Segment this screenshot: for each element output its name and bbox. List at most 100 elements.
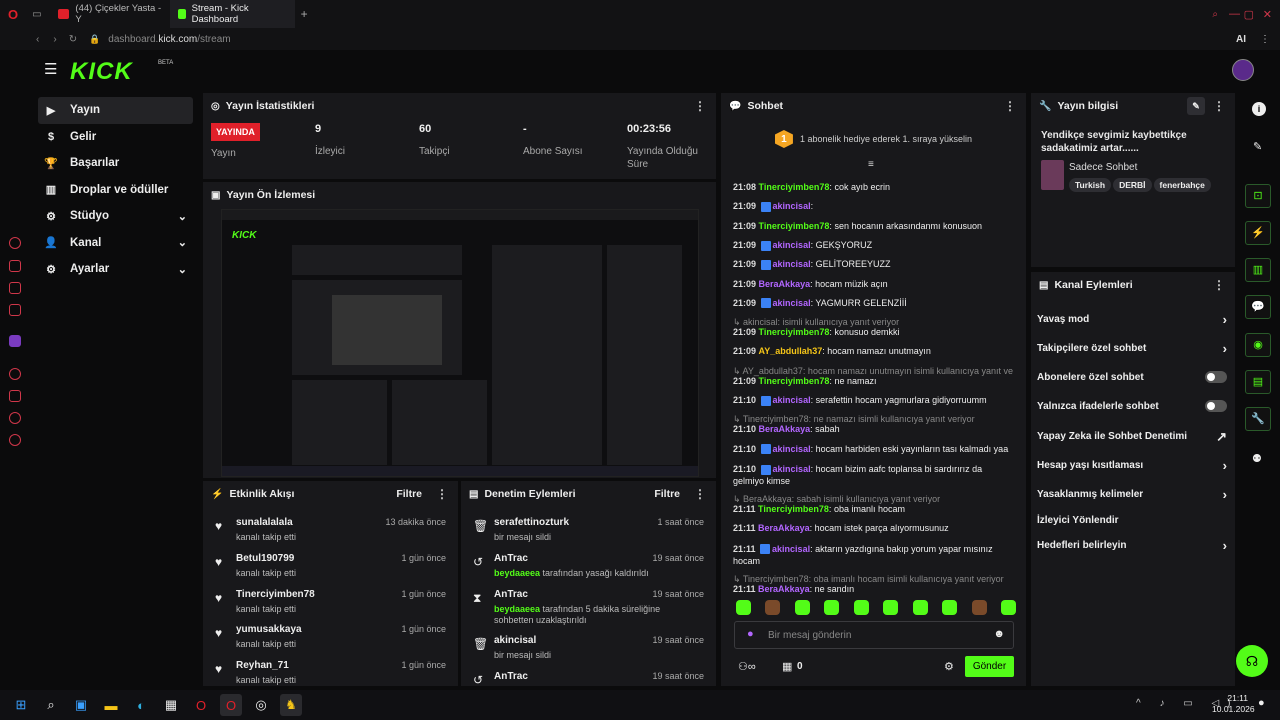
- chat-username[interactable]: Tinerciyimben78: [759, 376, 830, 386]
- emote-icon[interactable]: [942, 600, 958, 615]
- task-view-icon[interactable]: ▣: [70, 694, 92, 716]
- reload-icon[interactable]: ↻: [69, 34, 77, 45]
- chat-username[interactable]: AY_abdullah37: [759, 346, 823, 356]
- activity-filter-button[interactable]: Filtre: [396, 488, 422, 500]
- chevron-right-icon[interactable]: ›: [1223, 458, 1227, 473]
- channel-action-item[interactable]: Abonelere özel sohbet: [1037, 371, 1227, 383]
- chat-username[interactable]: Tinerciyimben78: [759, 182, 830, 192]
- nav-item-0[interactable]: ▶ Yayın: [38, 97, 193, 124]
- chat-panel-icon[interactable]: 💬: [1245, 295, 1271, 319]
- chat-username[interactable]: akincisal: [773, 201, 811, 211]
- chevron-right-icon[interactable]: ›: [1223, 487, 1227, 502]
- chevron-down-icon[interactable]: ⌄: [178, 263, 187, 276]
- stats-panel-icon[interactable]: ⊡: [1245, 184, 1271, 208]
- nav-item-5[interactable]: 👤 Kanal ⌄: [38, 230, 193, 257]
- info-icon[interactable]: i: [1252, 102, 1266, 116]
- tab-youtube[interactable]: (44) Çiçekler Yasta - Y: [50, 0, 170, 28]
- activity-menu-icon[interactable]: ⋮: [436, 487, 448, 501]
- search-icon[interactable]: ⌕: [40, 694, 62, 716]
- category-name[interactable]: Sadece Sohbet: [1069, 162, 1137, 173]
- send-button[interactable]: Gönder: [965, 656, 1014, 677]
- activity-user[interactable]: Reyhan_71: [236, 660, 289, 671]
- moderation-target[interactable]: AnTrac: [494, 553, 528, 564]
- chat-username[interactable]: akincisal: [772, 544, 810, 554]
- chat-username[interactable]: akincisal: [773, 240, 811, 250]
- ai-button[interactable]: AI: [1236, 34, 1246, 45]
- chat-username[interactable]: BeraAkkaya: [758, 523, 810, 533]
- chat-message[interactable]: 21:09 Tinerciyimben78: konusuo demkki: [733, 327, 1013, 337]
- chat-message[interactable]: 21:09 akincisal: YAGMURR GELENZİİİ: [733, 298, 1013, 309]
- opera-logo-icon[interactable]: O: [8, 7, 18, 22]
- pencil-icon[interactable]: ✎: [1253, 140, 1262, 153]
- windows-start-icon[interactable]: ⊞: [10, 694, 32, 716]
- stream-preview-video[interactable]: KICK: [221, 209, 699, 477]
- chat-username[interactable]: akincisal: [773, 259, 811, 269]
- activity-panel-icon[interactable]: ⚡: [1245, 221, 1271, 245]
- activity-user[interactable]: Tinerciyimben78: [236, 589, 315, 600]
- nav-item-1[interactable]: $ Gelir: [38, 124, 193, 151]
- sidebar-app-icon[interactable]: [9, 304, 21, 316]
- chat-username[interactable]: BeraAkkaya: [759, 424, 811, 434]
- chat-username[interactable]: akincisal: [773, 444, 811, 454]
- emote-icon[interactable]: [824, 600, 840, 615]
- channel-action-item[interactable]: Hedefleri belirleyin ›: [1037, 538, 1227, 553]
- chat-username[interactable]: akincisal: [773, 395, 811, 405]
- kick-logo[interactable]: KICK: [70, 58, 133, 86]
- chat-message[interactable]: 21:10 akincisal: serafettin hocam yagmur…: [733, 395, 1013, 406]
- emote-icon[interactable]: [883, 600, 899, 615]
- emote-icon[interactable]: [912, 600, 928, 615]
- menu-icon[interactable]: ⋮: [1260, 34, 1270, 45]
- chat-username[interactable]: akincisal: [773, 464, 811, 474]
- support-button[interactable]: ☊: [1236, 645, 1268, 677]
- moderation-menu-icon[interactable]: ⋮: [694, 487, 706, 501]
- pinned-banner[interactable]: 1 1 abonelik hediye ederek 1. sıraya yük…: [721, 125, 1026, 153]
- tag-chip[interactable]: DERBİ: [1113, 178, 1152, 192]
- chat-message[interactable]: 21:11 BeraAkkaya: hocam istek parça alıy…: [733, 523, 1013, 533]
- chevron-right-icon[interactable]: ›: [1223, 341, 1227, 356]
- nav-item-4[interactable]: ⚙ Stüdyo ⌄: [38, 203, 193, 230]
- broadcast-icon[interactable]: ◉: [1245, 333, 1271, 357]
- tab-sidebar-icon[interactable]: ▭: [32, 9, 41, 20]
- moderation-item[interactable]: ↺ AnTrac 19 saat önce: [461, 669, 716, 686]
- chat-username[interactable]: BeraAkkaya: [759, 279, 811, 289]
- emote-icon[interactable]: [794, 600, 810, 615]
- chat-settings-icon[interactable]: ⚙: [944, 660, 954, 673]
- actions-menu-icon[interactable]: ⋮: [1213, 278, 1225, 292]
- activity-item[interactable]: ♥ Betul190799 kanalı takip etti 1 gün önce: [203, 551, 458, 587]
- sidebar-app-icon[interactable]: [9, 412, 21, 424]
- avatar[interactable]: [1232, 59, 1254, 81]
- opera-gx-icon[interactable]: O: [220, 694, 242, 716]
- minimize-button[interactable]: —: [1229, 8, 1240, 20]
- chat-input[interactable]: ● Bir mesaj gönderin ☻: [734, 621, 1014, 649]
- chat-message[interactable]: 21:11 Tinerciyimben78: oba imanlı hocam: [733, 504, 1013, 514]
- chevron-right-icon[interactable]: ›: [1223, 538, 1227, 553]
- emote-icon[interactable]: [853, 600, 869, 615]
- chat-username[interactable]: Tinerciyimben78: [759, 327, 830, 337]
- chat-message[interactable]: 21:10 akincisal: hocam bizim aafc toplan…: [733, 463, 1013, 487]
- url-field[interactable]: dashboard.kick.com/stream: [108, 34, 230, 45]
- store-icon[interactable]: ▦: [160, 694, 182, 716]
- nav-item-3[interactable]: ▥ Droplar ve ödüller: [38, 177, 193, 204]
- sidebar-app-icon[interactable]: [9, 368, 21, 380]
- chat-username[interactable]: akincisal: [773, 298, 811, 308]
- back-icon[interactable]: ‹: [36, 34, 39, 45]
- pinned-expand-icon[interactable]: ≡: [868, 159, 874, 170]
- maximize-button[interactable]: ▢: [1244, 8, 1254, 21]
- chat-message[interactable]: 21:10 akincisal: hocam harbiden eski yay…: [733, 444, 1013, 455]
- edit-icon[interactable]: ✎: [1187, 97, 1205, 115]
- hamburger-icon[interactable]: ☰: [44, 60, 57, 78]
- external-link-icon[interactable]: ↗: [1216, 429, 1227, 445]
- moderator-name[interactable]: beydaaeea: [494, 604, 540, 614]
- moderation-target[interactable]: serafettinozturk: [494, 517, 569, 528]
- moderation-target[interactable]: AnTrac: [494, 671, 528, 682]
- chat-message[interactable]: 21:08 Tinerciyimben78: cok ayıb ecrin: [733, 182, 1013, 192]
- chat-message[interactable]: 21:09 BeraAkkaya: hocam müzik açın: [733, 279, 1013, 289]
- settings-icon[interactable]: [9, 434, 21, 446]
- nav-item-2[interactable]: 🏆 Başarılar: [38, 150, 193, 177]
- emote-icon[interactable]: [765, 600, 781, 615]
- gift-icon[interactable]: ▦: [782, 660, 792, 673]
- info-menu-icon[interactable]: ⋮: [1213, 99, 1225, 113]
- moderation-target[interactable]: akincisal: [494, 635, 536, 646]
- chat-message[interactable]: 21:11 akincisal: aktarın yazdıgına bakıp…: [733, 543, 1013, 567]
- edge-icon[interactable]: ◐: [130, 694, 152, 716]
